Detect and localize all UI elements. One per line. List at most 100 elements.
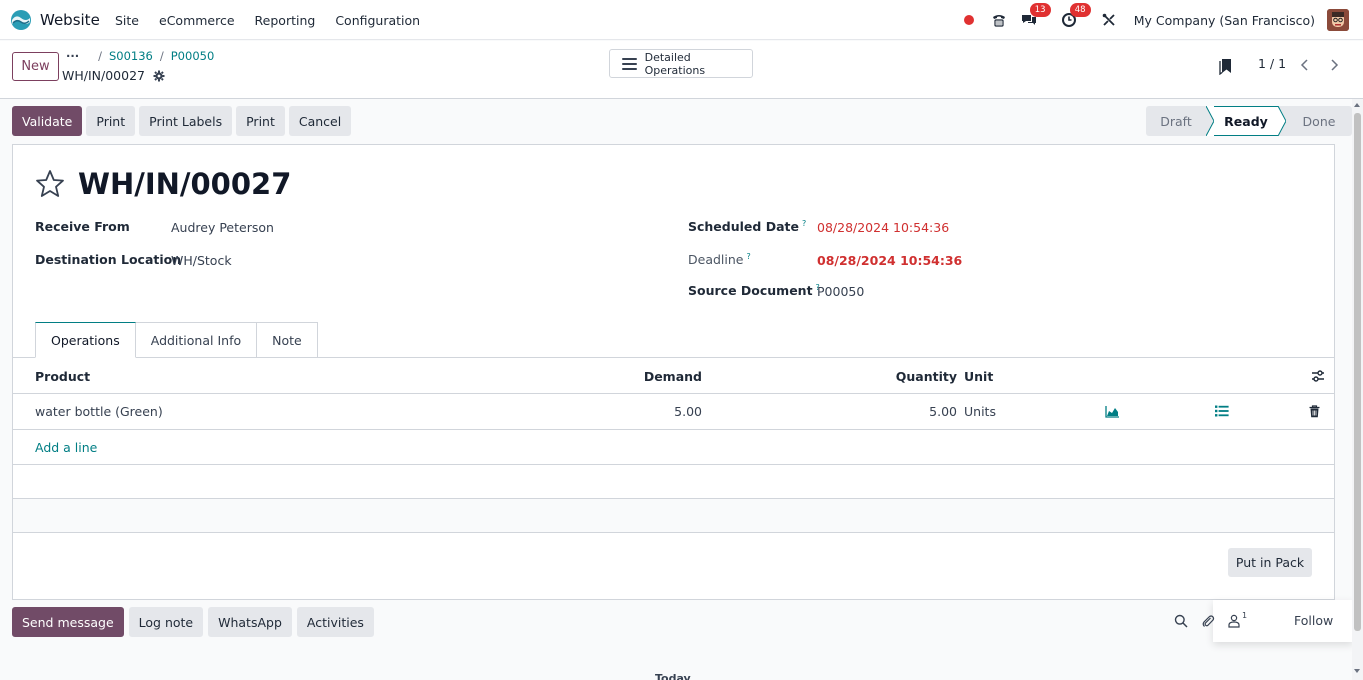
detailed-list-icon[interactable] xyxy=(1215,405,1229,417)
empty-table-row xyxy=(13,499,1334,533)
table-row[interactable]: water bottle (Green) 5.00 5.00 Units xyxy=(13,394,1334,430)
gear-icon[interactable] xyxy=(153,70,165,82)
scrollbar[interactable] xyxy=(1352,99,1363,680)
follow-button[interactable]: Follow xyxy=(1294,613,1333,628)
company-switcher[interactable]: My Company (San Francisco) xyxy=(1134,13,1315,28)
scheduled-date-field[interactable]: 08/28/2024 10:54:36 xyxy=(817,220,949,235)
receive-from-label: Receive From xyxy=(35,219,130,234)
list-menu-icon xyxy=(622,57,637,70)
destination-location-field[interactable]: WH/Stock xyxy=(171,253,232,268)
breadcrumb-more-icon[interactable]: ··· xyxy=(66,49,79,63)
row-unit[interactable]: Units xyxy=(964,404,996,419)
print-labels-button[interactable]: Print Labels xyxy=(139,106,233,136)
source-document-label: Source Document? xyxy=(688,283,820,298)
website-app-icon[interactable] xyxy=(10,9,32,31)
row-demand[interactable]: 5.00 xyxy=(674,404,702,419)
cancel-button[interactable]: Cancel xyxy=(288,106,352,136)
optional-columns-icon[interactable] xyxy=(1311,370,1325,382)
pager-next-button[interactable] xyxy=(1322,53,1346,77)
menu-item-site[interactable]: Site xyxy=(115,13,139,28)
notebook-tabs: Operations Additional Info Note xyxy=(35,322,318,358)
column-header-demand[interactable]: Demand xyxy=(644,369,702,384)
breadcrumb: ··· / S00136 / P00050 xyxy=(66,49,214,63)
menu-item-ecommerce[interactable]: eCommerce xyxy=(159,13,235,28)
print-button-2[interactable]: Print xyxy=(236,106,285,136)
add-line-row: Add a line xyxy=(13,430,1334,465)
menu-item-configuration[interactable]: Configuration xyxy=(335,13,420,28)
source-document-field[interactable]: P00050 xyxy=(817,284,864,299)
top-navbar: Website Site eCommerce Reporting Configu… xyxy=(0,0,1363,40)
tab-operations[interactable]: Operations xyxy=(35,322,136,358)
phone-icon[interactable] xyxy=(988,9,1010,31)
table-header: Product Demand Quantity Unit xyxy=(13,358,1334,394)
paperclip-icon[interactable] xyxy=(1201,614,1215,628)
messages-badge: 13 xyxy=(1029,3,1051,17)
debug-tools-icon[interactable] xyxy=(1098,9,1120,31)
status-stages: Draft Ready Done xyxy=(1146,106,1352,136)
breadcrumb-separator: / xyxy=(159,49,164,63)
new-button[interactable]: New xyxy=(12,52,59,81)
receive-from-field[interactable]: Audrey Peterson xyxy=(171,220,274,235)
add-line-link[interactable]: Add a line xyxy=(35,440,97,455)
pager-previous-button[interactable] xyxy=(1293,53,1317,77)
status-bar-actions: Validate Print Print Labels Print Cancel xyxy=(12,106,352,136)
breadcrumb-link-purchase-order[interactable]: P00050 xyxy=(171,49,215,63)
help-icon[interactable]: ? xyxy=(802,219,806,228)
scheduled-date-label-text: Scheduled Date xyxy=(688,219,799,235)
deadline-field[interactable]: 08/28/2024 10:54:36 xyxy=(817,253,962,268)
main-menu: Site eCommerce Reporting Configuration xyxy=(115,13,440,28)
chatter-topbar-right: 1 Follow xyxy=(1174,600,1353,642)
column-header-product[interactable]: Product xyxy=(35,369,90,384)
scroll-down-icon[interactable] xyxy=(1354,669,1360,673)
tab-note[interactable]: Note xyxy=(257,322,318,358)
star-icon[interactable] xyxy=(35,169,65,199)
activities-badge: 48 xyxy=(1069,3,1091,17)
whatsapp-button[interactable]: WhatsApp xyxy=(208,607,292,637)
page-title: WH/IN/00027 xyxy=(78,167,292,201)
destination-location-label: Destination Location xyxy=(35,252,182,267)
forecast-chart-icon[interactable] xyxy=(1105,405,1120,418)
tab-additional-info[interactable]: Additional Info xyxy=(135,322,258,358)
menu-item-reporting[interactable]: Reporting xyxy=(255,13,316,28)
scrollbar-thumb[interactable] xyxy=(1354,113,1361,631)
breadcrumb-link-sale-order[interactable]: S00136 xyxy=(109,49,153,63)
stage-arrow-ready xyxy=(1278,106,1286,136)
activities-clock-icon[interactable]: 48 xyxy=(1058,3,1091,31)
breadcrumb-current: WH/IN/00027 xyxy=(62,68,165,83)
messages-icon[interactable]: 13 xyxy=(1018,3,1051,31)
delete-trash-icon[interactable] xyxy=(1309,405,1320,418)
followers-icon[interactable] xyxy=(1227,614,1241,628)
print-button[interactable]: Print xyxy=(86,106,136,136)
row-product[interactable]: water bottle (Green) xyxy=(35,404,163,419)
stage-done[interactable]: Done xyxy=(1286,106,1352,136)
activities-button[interactable]: Activities xyxy=(296,607,374,637)
breadcrumb-separator: / xyxy=(98,49,102,63)
log-note-button[interactable]: Log note xyxy=(128,607,204,637)
chevron-right-icon xyxy=(1331,59,1339,71)
put-in-pack-button[interactable]: Put in Pack xyxy=(1228,548,1312,577)
app-name[interactable]: Website xyxy=(40,11,100,29)
row-quantity[interactable]: 5.00 xyxy=(929,404,957,419)
send-message-button[interactable]: Send message xyxy=(12,607,124,637)
column-header-unit[interactable]: Unit xyxy=(964,369,993,384)
user-avatar[interactable] xyxy=(1327,9,1349,31)
deadline-label-text: Deadline xyxy=(688,252,744,268)
bookmark-icon[interactable] xyxy=(1219,57,1233,75)
stage-ready[interactable]: Ready xyxy=(1214,106,1278,136)
current-record-name: WH/IN/00027 xyxy=(62,68,145,83)
control-panel: New ··· / S00136 / P00050 WH/IN/00027 De… xyxy=(0,41,1363,99)
deadline-label: Deadline? xyxy=(688,252,751,267)
scroll-up-icon[interactable] xyxy=(1354,103,1360,107)
systray: 13 48 My Company (San Francisco) xyxy=(963,3,1349,32)
detailed-operations-button[interactable]: Detailed Operations xyxy=(609,49,753,78)
recording-indicator-icon[interactable] xyxy=(963,15,974,25)
stage-draft[interactable]: Draft xyxy=(1146,106,1206,136)
detailed-operations-label: Detailed Operations xyxy=(644,50,706,77)
validate-button[interactable]: Validate xyxy=(12,106,83,136)
column-header-quantity[interactable]: Quantity xyxy=(896,369,957,384)
help-icon[interactable]: ? xyxy=(746,252,750,261)
pager-value[interactable]: 1 / 1 xyxy=(1258,56,1286,71)
search-icon[interactable] xyxy=(1174,614,1188,628)
stage-arrow-draft xyxy=(1206,106,1214,136)
form-sheet: WH/IN/00027 Receive From Audrey Peterson… xyxy=(12,144,1335,600)
